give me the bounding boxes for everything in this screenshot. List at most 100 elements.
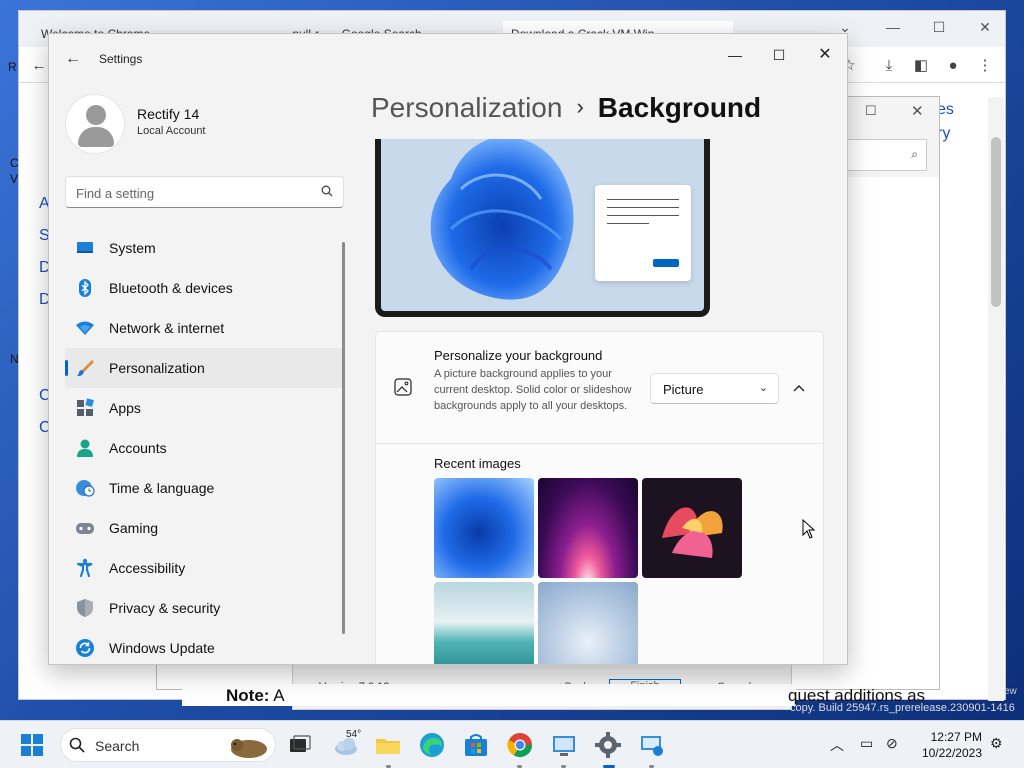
window-title: Settings — [99, 52, 143, 66]
windows-logo-icon — [21, 734, 43, 756]
recent-image-lake[interactable] — [434, 582, 534, 664]
chrome-icon[interactable] — [506, 731, 534, 759]
nav-item-privacy[interactable]: Privacy & security — [65, 588, 345, 628]
edge-letter: V — [10, 172, 19, 186]
minimize-icon[interactable]: — — [883, 19, 903, 35]
profile-name: Rectify 14 — [137, 106, 200, 122]
accounts-icon — [75, 438, 95, 458]
wifi-icon — [75, 318, 95, 338]
close-icon[interactable]: ✕ — [975, 19, 995, 36]
nav-item-apps[interactable]: Apps — [65, 388, 345, 428]
search-placeholder: Find a setting — [76, 186, 155, 201]
maximize-icon[interactable]: ☐ — [929, 19, 949, 36]
nav-item-personalization[interactable]: Personalization — [65, 348, 345, 388]
page-title: Background — [597, 92, 762, 123]
globe-clock-icon — [75, 478, 95, 498]
control-panel-icon[interactable] — [550, 731, 578, 759]
avatar — [65, 94, 125, 154]
breadcrumb-separator: › — [576, 94, 584, 119]
search-input[interactable]: Find a setting — [65, 176, 344, 208]
close-icon[interactable]: ✕ — [805, 40, 845, 70]
chevron-down-icon: ⌄ — [758, 382, 768, 394]
download-icon[interactable]: ⤓ — [879, 56, 899, 76]
clock-time: 12:27 PM — [930, 730, 982, 744]
recent-image-bloom-light[interactable] — [538, 582, 638, 664]
picture-icon — [394, 378, 412, 396]
card-title: Personalize your background — [434, 348, 603, 363]
desktop-preview — [375, 139, 710, 317]
dialog-maximize-icon[interactable]: ☐ — [865, 103, 877, 119]
search-icon — [69, 737, 85, 757]
personalize-background-row[interactable]: Personalize your background A picture ba… — [376, 332, 823, 444]
back-arrow-icon[interactable]: ← — [29, 56, 49, 76]
recent-image-bloom-blue[interactable] — [434, 478, 534, 578]
settings-window: ← Settings — ☐ ✕ Rectify 14 Local Accoun… — [48, 33, 848, 665]
breadcrumb-parent[interactable]: Personalization — [371, 92, 562, 123]
nav-item-system[interactable]: System — [65, 228, 345, 268]
dialog-close-icon[interactable]: ✕ — [911, 102, 924, 120]
back-arrow-icon[interactable]: ← — [65, 50, 85, 68]
start-button[interactable] — [20, 733, 44, 757]
nav-item-time-language[interactable]: Time & language — [65, 468, 345, 508]
dialog-search-box[interactable]: ⌕ — [847, 139, 927, 171]
nav-item-accessibility[interactable]: Accessibility — [65, 548, 345, 588]
notification-icon[interactable]: ⚙ — [990, 735, 1003, 752]
maximize-icon[interactable]: ☐ — [759, 40, 799, 70]
taskbar: Search 54° ︿ ▭ ⊘ 12:27 PM 10/22/2023 ⚙ — [0, 720, 1024, 768]
nav-item-windows-update[interactable]: Windows Update — [65, 628, 345, 664]
recent-image-glow-purple[interactable] — [538, 478, 638, 578]
edge-letter: N — [10, 352, 19, 366]
shield-icon — [75, 598, 95, 618]
system-icon — [75, 238, 95, 258]
dropdown-value: Picture — [663, 382, 704, 397]
edge-letter: C — [10, 156, 19, 170]
file-explorer-icon[interactable] — [374, 731, 402, 759]
clock-date: 10/22/2023 — [921, 746, 982, 760]
chevron-up-icon[interactable] — [786, 376, 812, 400]
partial-text: ew — [1004, 686, 1017, 697]
store-icon[interactable] — [462, 731, 490, 759]
profile-account-type: Local Account — [137, 125, 206, 137]
background-settings-card: Personalize your background A picture ba… — [375, 331, 824, 664]
display-icon[interactable]: ▭ — [860, 735, 873, 752]
recent-image-ribbon-flower[interactable] — [642, 478, 742, 578]
content-pane: Personalize your background A picture ba… — [371, 139, 831, 664]
chevron-up-icon[interactable]: ︿ — [830, 735, 844, 755]
breadcrumb: Personalization › Background — [371, 92, 761, 124]
minimize-icon[interactable]: — — [715, 40, 755, 70]
taskbar-search[interactable]: Search — [60, 728, 276, 762]
settings-gear-icon[interactable] — [594, 731, 622, 759]
page-scrollbar[interactable] — [988, 97, 1004, 701]
bloom-wallpaper-preview — [430, 139, 574, 300]
task-view-icon[interactable] — [286, 731, 314, 759]
clock[interactable]: 12:27 PM 10/22/2023 — [914, 729, 982, 761]
weather-temperature: 54° — [346, 729, 362, 740]
wombat-highlight-icon — [227, 733, 271, 759]
card-description: A picture background applies to your cur… — [434, 368, 632, 412]
bluetooth-icon — [75, 278, 95, 298]
network-icon[interactable]: ⊘ — [886, 735, 898, 752]
settings-titlebar: ← Settings — ☐ ✕ — [49, 34, 847, 82]
settings-nav: System Bluetooth & devices Network & int… — [65, 228, 345, 664]
remote-desktop-icon[interactable] — [638, 731, 666, 759]
mouse-cursor-icon — [802, 519, 816, 539]
apps-icon — [75, 398, 95, 418]
note-text: Note: A — [226, 686, 285, 705]
search-icon: ⌕ — [911, 147, 918, 161]
nav-scrollbar[interactable] — [342, 242, 345, 634]
nav-item-gaming[interactable]: Gaming — [65, 508, 345, 548]
scrollbar-thumb[interactable] — [991, 137, 1001, 307]
menu-dots-icon[interactable]: ⋮ — [975, 56, 995, 76]
nav-item-network[interactable]: Network & internet — [65, 308, 345, 348]
edge-letter: R — [8, 60, 17, 74]
update-icon — [75, 638, 95, 658]
edge-icon[interactable] — [418, 731, 446, 759]
profile-icon[interactable]: ● — [943, 56, 963, 76]
build-watermark: copy. Build 25947.rs_prerelease.230901-1… — [790, 702, 1015, 714]
brush-icon — [75, 358, 95, 378]
nav-item-accounts[interactable]: Accounts — [65, 428, 345, 468]
nav-item-bluetooth[interactable]: Bluetooth & devices — [65, 268, 345, 308]
preview-window — [595, 185, 691, 281]
side-panel-icon[interactable]: ◧ — [911, 56, 931, 76]
background-type-dropdown[interactable]: Picture ⌄ — [650, 373, 779, 404]
